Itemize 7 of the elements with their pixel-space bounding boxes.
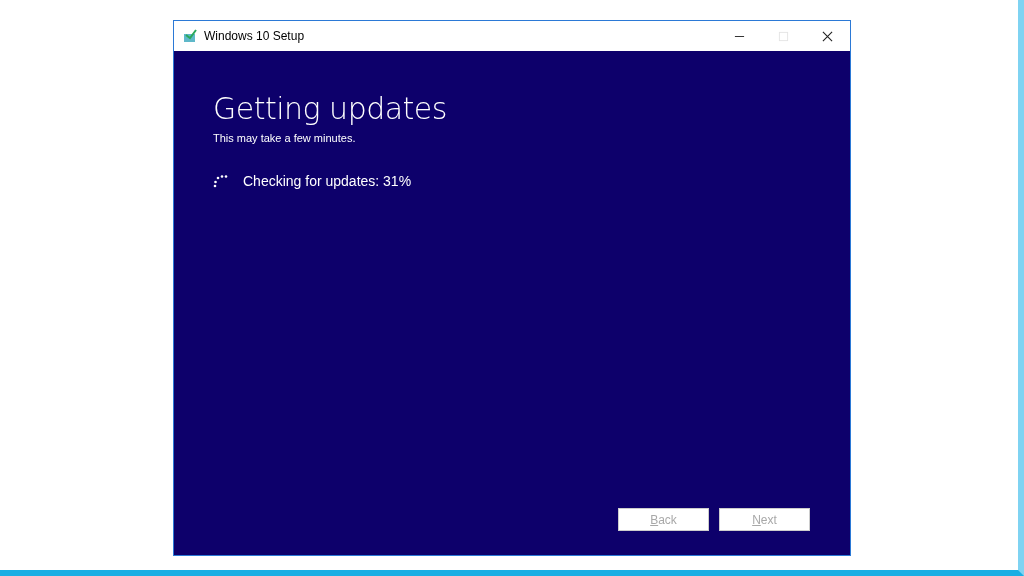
- page-subtitle: This may take a few minutes.: [213, 132, 357, 144]
- spinner-icon: [213, 174, 229, 188]
- window-title: Windows 10 Setup: [204, 29, 305, 43]
- setup-icon: [183, 29, 197, 43]
- page-heading: Getting updates: [213, 91, 448, 126]
- status-text: Checking for updates: 31%: [243, 173, 412, 189]
- close-icon[interactable]: [822, 30, 833, 42]
